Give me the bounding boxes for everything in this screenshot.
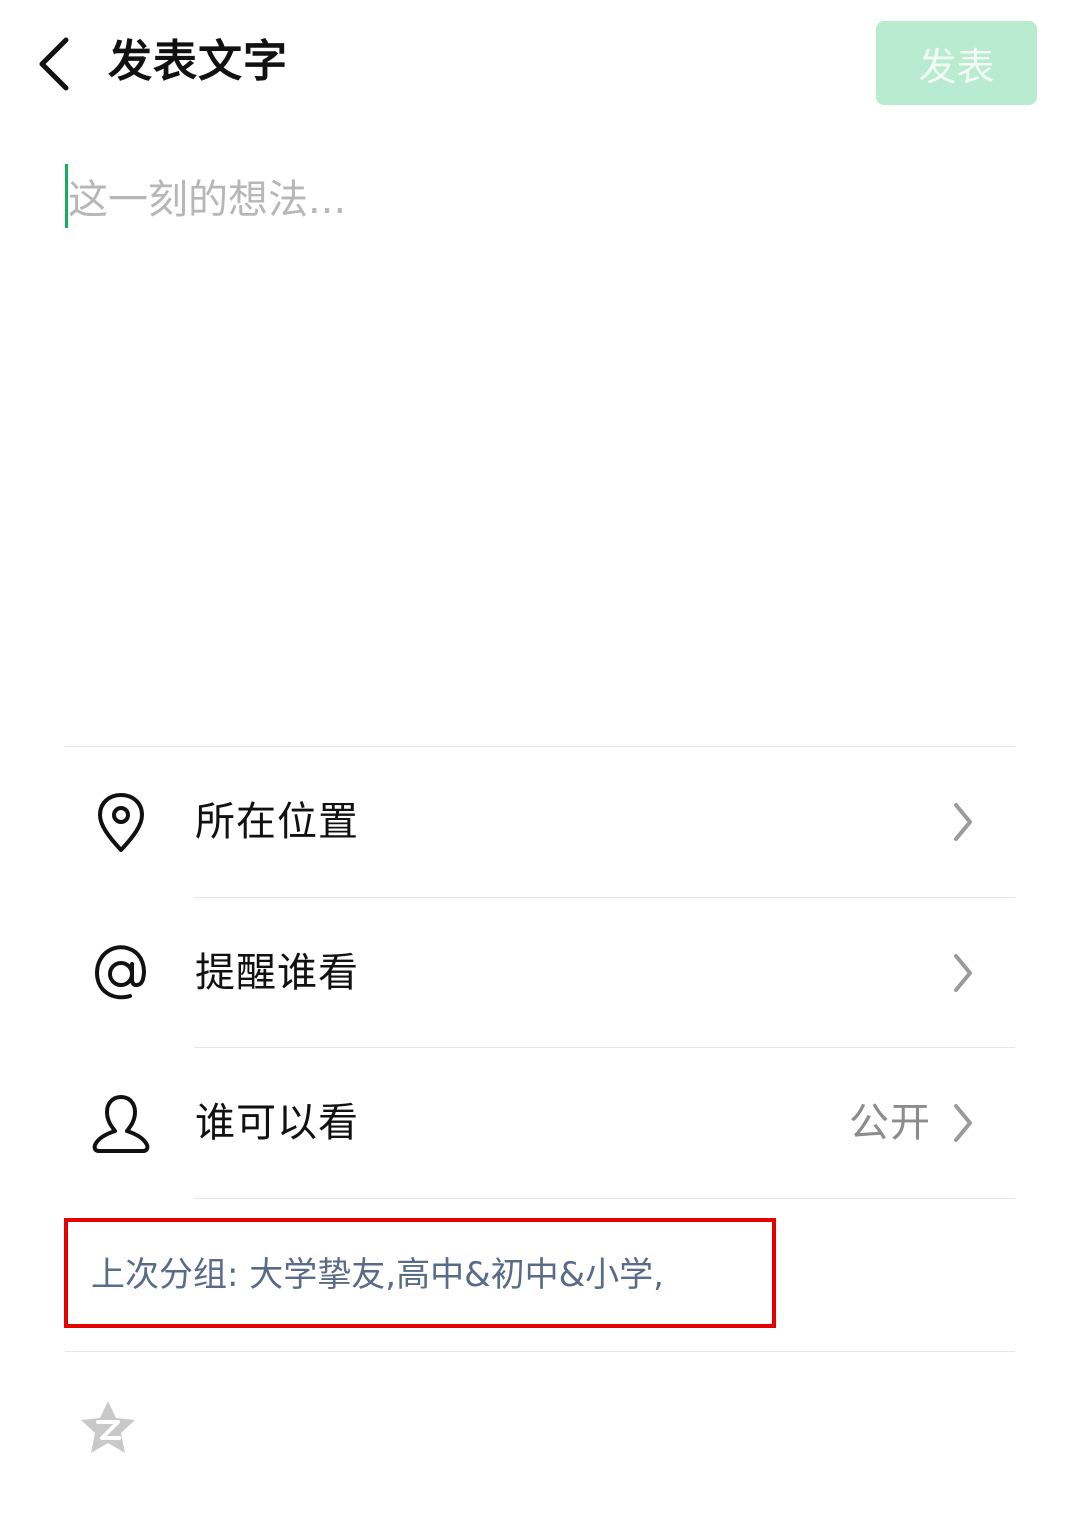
person-outline-icon: [92, 1095, 150, 1153]
divider: [65, 1351, 1015, 1352]
menu-item-visibility[interactable]: 谁可以看 公开: [65, 1048, 1015, 1198]
menu-item-label: 所在位置: [195, 799, 359, 845]
menu-item-label: 提醒谁看: [195, 950, 359, 996]
divider: [194, 1198, 1015, 1199]
post-text-input[interactable]: [65, 164, 998, 672]
chevron-right-icon: [954, 954, 972, 992]
chevron-right-icon: [954, 1104, 972, 1142]
text-cursor: [65, 164, 68, 228]
last-group-label: 上次分组: 大学挚友,高中&初中&小学,: [91, 1255, 664, 1295]
post-composer: [65, 164, 1015, 724]
publish-button[interactable]: 发表: [876, 21, 1037, 105]
chevron-right-icon: [954, 803, 972, 841]
top-bar: 发表文字 发表: [0, 0, 1080, 130]
menu-item-value: 公开: [849, 1100, 931, 1146]
location-pin-icon: [98, 793, 144, 852]
last-group-hint[interactable]: 上次分组: 大学挚友,高中&初中&小学,: [64, 1218, 776, 1328]
qzone-star-icon[interactable]: [78, 1398, 138, 1458]
page-title: 发表文字: [108, 36, 288, 87]
menu-item-label: 谁可以看: [195, 1100, 359, 1146]
menu-item-mention[interactable]: 提醒谁看: [65, 898, 1015, 1048]
menu-item-location[interactable]: 所在位置: [65, 747, 1015, 897]
chevron-left-icon[interactable]: [30, 35, 80, 93]
at-sign-icon: [95, 945, 146, 1000]
